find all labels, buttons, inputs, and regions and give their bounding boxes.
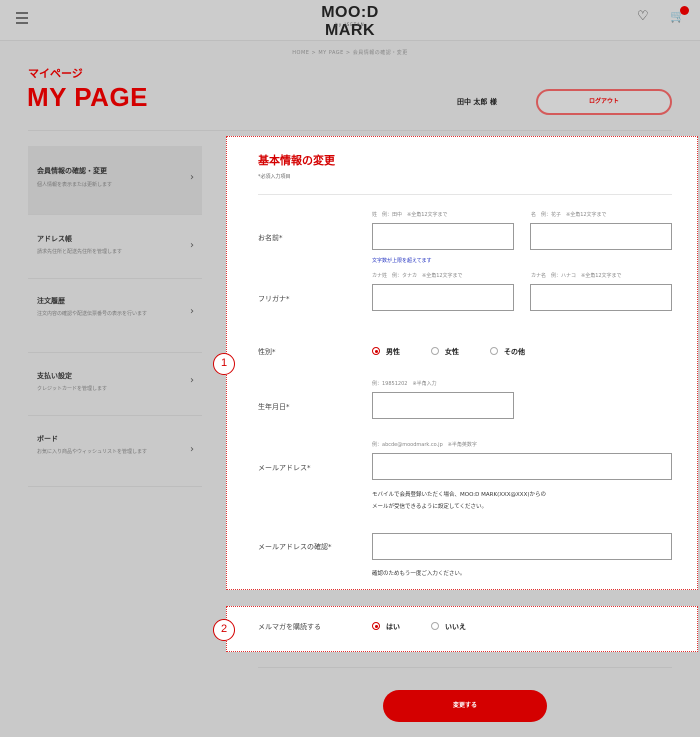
- gender-radio-other[interactable]: [490, 347, 498, 355]
- chevron-right-icon: ›: [190, 240, 194, 251]
- email-confirm-note: 確認のためもう一度ご入力ください。: [372, 571, 466, 577]
- furigana-label: フリガナ*: [258, 295, 290, 303]
- email-note-line1: モバイルで会員登録いただく場合、MOO:D MARK(XXX@XXX)からの: [372, 492, 546, 498]
- sidebar-item-title: 注文履歴: [37, 297, 65, 305]
- gender-option-label[interactable]: 男性: [386, 347, 400, 357]
- chevron-right-icon: ›: [190, 444, 194, 455]
- email-hint: 例：abcde@moodmark.co.jp ※半角英数字: [372, 442, 477, 448]
- sidebar-item-orders[interactable]: 注文履歴 注文内容の確認や配送伝票番号の表示を行います ›: [28, 280, 202, 353]
- sidebar-item-account[interactable]: 会員情報の確認・変更 個人情報を表示または更新します ›: [28, 146, 202, 215]
- email-confirm-input[interactable]: [372, 533, 672, 560]
- sidebar-item-title: ボード: [37, 435, 58, 443]
- name-label: お名前*: [258, 234, 283, 242]
- newsletter-radio-yes[interactable]: [372, 622, 380, 630]
- last-kana-hint: カナ姓 例：タナカ ※全角12文字まで: [372, 273, 463, 279]
- basic-info-panel: [226, 136, 698, 590]
- page-title: MY PAGE: [27, 82, 149, 112]
- sidebar-item-desc: クレジットカードを管理します: [37, 386, 108, 392]
- gender-option-label[interactable]: 女性: [445, 347, 459, 357]
- submit-button[interactable]: 変更する: [383, 690, 547, 722]
- sidebar-item-title: 会員情報の確認・変更: [37, 167, 107, 175]
- birthday-input[interactable]: [372, 392, 514, 419]
- breadcrumb[interactable]: HOME > MY PAGE > 会員情報の確認・変更: [0, 49, 700, 56]
- sidebar-item-title: 支払い設定: [37, 372, 72, 380]
- required-note: *必須入力項目: [258, 174, 291, 180]
- site-logo-sub: by ISETAN: [335, 22, 365, 27]
- email-confirm-label: メールアドレスの確認*: [258, 543, 332, 551]
- chevron-right-icon: ›: [190, 306, 194, 317]
- sidebar-item-desc: お気に入り商品やウィッシュリストを管理します: [37, 449, 148, 455]
- gender-radio-female[interactable]: [431, 347, 439, 355]
- first-kana-input[interactable]: [530, 284, 672, 311]
- sidebar-item-address[interactable]: アドレス帳 請求先住所と配送先住所を管理します ›: [28, 218, 202, 279]
- sidebar-item-desc: 注文内容の確認や配送伝票番号の表示を行います: [37, 311, 148, 317]
- annotation-marker-1: 1: [213, 353, 235, 375]
- last-name-input[interactable]: [372, 223, 514, 250]
- divider: [258, 194, 672, 195]
- email-label: メールアドレス*: [258, 464, 311, 472]
- email-input[interactable]: [372, 453, 672, 480]
- logout-button[interactable]: ログアウト: [536, 89, 672, 115]
- page-title-jp: マイページ: [28, 67, 83, 80]
- sidebar-item-desc: 個人情報を表示または更新します: [37, 182, 113, 188]
- last-name-hint: 姓 例：田中 ※全角12文字まで: [372, 212, 448, 218]
- sidebar-item-payment[interactable]: 支払い設定 クレジットカードを管理します ›: [28, 355, 202, 416]
- form-title: 基本情報の変更: [258, 154, 335, 167]
- annotation-marker-2: 2: [213, 619, 235, 641]
- newsletter-option-label[interactable]: はい: [386, 622, 400, 632]
- first-name-hint: 名 例：花子 ※全角12文字まで: [531, 212, 607, 218]
- sidebar-item-board[interactable]: ボード お気に入り商品やウィッシュリストを管理します ›: [28, 418, 202, 487]
- newsletter-label: メルマガを購読する: [258, 623, 321, 631]
- heart-icon[interactable]: ♡: [637, 9, 649, 24]
- sidebar-item-desc: 請求先住所と配送先住所を管理します: [37, 249, 123, 255]
- newsletter-radio-no[interactable]: [431, 622, 439, 630]
- menu-icon[interactable]: [16, 12, 28, 24]
- sidebar-item-title: アドレス帳: [37, 235, 72, 243]
- gender-radio-male[interactable]: [372, 347, 380, 355]
- chevron-right-icon: ›: [190, 172, 194, 183]
- first-kana-hint: カナ名 例：ハナコ ※全角12文字まで: [531, 273, 622, 279]
- first-name-input[interactable]: [530, 223, 672, 250]
- gender-label: 性別*: [258, 348, 276, 356]
- chevron-right-icon: ›: [190, 375, 194, 386]
- name-warning: 文字数が上限を超えてます: [372, 258, 432, 264]
- birthday-label: 生年月日*: [258, 403, 290, 411]
- divider: [258, 667, 672, 668]
- last-kana-input[interactable]: [372, 284, 514, 311]
- divider: [28, 130, 672, 131]
- birthday-hint: 例：19851202 ※半角入力: [372, 381, 437, 387]
- user-name: 田中 太郎 様: [457, 98, 497, 106]
- gender-option-label[interactable]: その他: [504, 347, 525, 357]
- newsletter-option-label[interactable]: いいえ: [445, 622, 466, 632]
- cart-badge: [680, 6, 689, 15]
- email-note-line2: メールが受信できるように設定してください。: [372, 504, 488, 510]
